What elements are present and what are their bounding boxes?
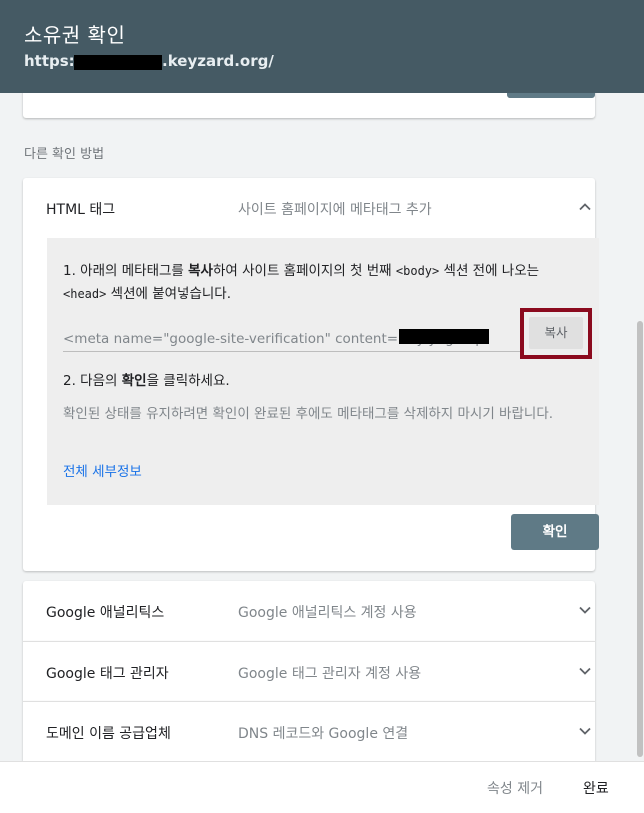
remove-property-button[interactable]: 속성 제거 [487,778,543,798]
method-name: Google 애널리틱스 [46,605,165,621]
instruction-note: 확인된 상태를 유지하려면 확인이 완료된 후에도 메타태그를 삭제하지 마시기… [63,406,554,422]
done-button[interactable]: 완료 [583,778,609,798]
scrollbar[interactable] [636,93,644,761]
method-header-tag-manager[interactable]: Google 태그 관리자 Google 태그 관리자 계정 사용 [23,642,595,702]
method-name: HTML 태그 [46,202,116,218]
scrollbar-thumb[interactable] [637,321,643,757]
method-panel-tag-manager[interactable]: Google 태그 관리자 Google 태그 관리자 계정 사용 [23,641,595,701]
confirm-button[interactable]: 확인 [511,514,599,550]
method-header-google-analytics[interactable]: Google 애널리틱스 Google 애널리틱스 계정 사용 [23,581,595,641]
method-name: 도메인 이름 공급업체 [46,726,171,742]
property-url: https:// .keyzard.org/ [24,52,644,72]
chevron-down-icon[interactable] [578,603,592,617]
property-url-suffix: .keyzard.org/ [162,52,274,70]
method-panel-html-tag: HTML 태그 사이트 홈페이지에 메타태그 추가 1. 아래의 메타태그를 복… [23,178,599,571]
method-panel-domain-provider[interactable]: 도메인 이름 공급업체 DNS 레코드와 Google 연결 [23,701,595,761]
other-methods-label: 다른 확인 방법 [24,147,105,162]
dialog-content: 다른 확인 방법 HTML 태그 사이트 홈페이지에 메타태그 추가 1. 아래… [0,93,644,761]
dialog-footer: 속성 제거 완료 [0,761,644,813]
method-desc: Google 태그 관리자 계정 사용 [238,666,422,682]
instruction-step-1: 1. 아래의 메타태그를 복사하여 사이트 홈페이지의 첫 번째 <body> … [63,263,540,302]
full-details-link[interactable]: 전체 세부정보 [63,460,142,480]
chevron-up-icon[interactable] [578,200,592,214]
chevron-down-icon[interactable] [578,664,592,678]
recommended-verify-button[interactable] [507,93,595,98]
copy-button[interactable]: 복사 [529,317,583,349]
redacted-box [74,55,162,70]
instructions-box: 1. 아래의 메타태그를 복사하여 사이트 홈페이지의 첫 번째 <body> … [47,238,599,505]
dialog-title: 소유권 확인 [24,23,126,47]
method-header-domain-provider[interactable]: 도메인 이름 공급업체 DNS 레코드와 Google 연결 [23,702,595,761]
recommended-method-card [23,93,595,118]
instruction-step-2: 2. 다음의 확인을 클릭하세요. [63,373,230,389]
redacted-box [399,329,489,344]
method-name: Google 태그 관리자 [46,666,169,682]
dialog-header: 소유권 확인 https:// .keyzard.org/ [0,0,644,93]
method-panel-google-analytics[interactable]: Google 애널리틱스 Google 애널리틱스 계정 사용 [23,581,595,641]
method-desc: 사이트 홈페이지에 메타태그 추가 [238,202,432,218]
method-header-html-tag[interactable]: HTML 태그 사이트 홈페이지에 메타태그 추가 [23,178,595,238]
chevron-down-icon[interactable] [578,724,592,738]
method-desc: DNS 레코드와 Google 연결 [238,726,409,742]
method-desc: Google 애널리틱스 계정 사용 [238,605,417,621]
